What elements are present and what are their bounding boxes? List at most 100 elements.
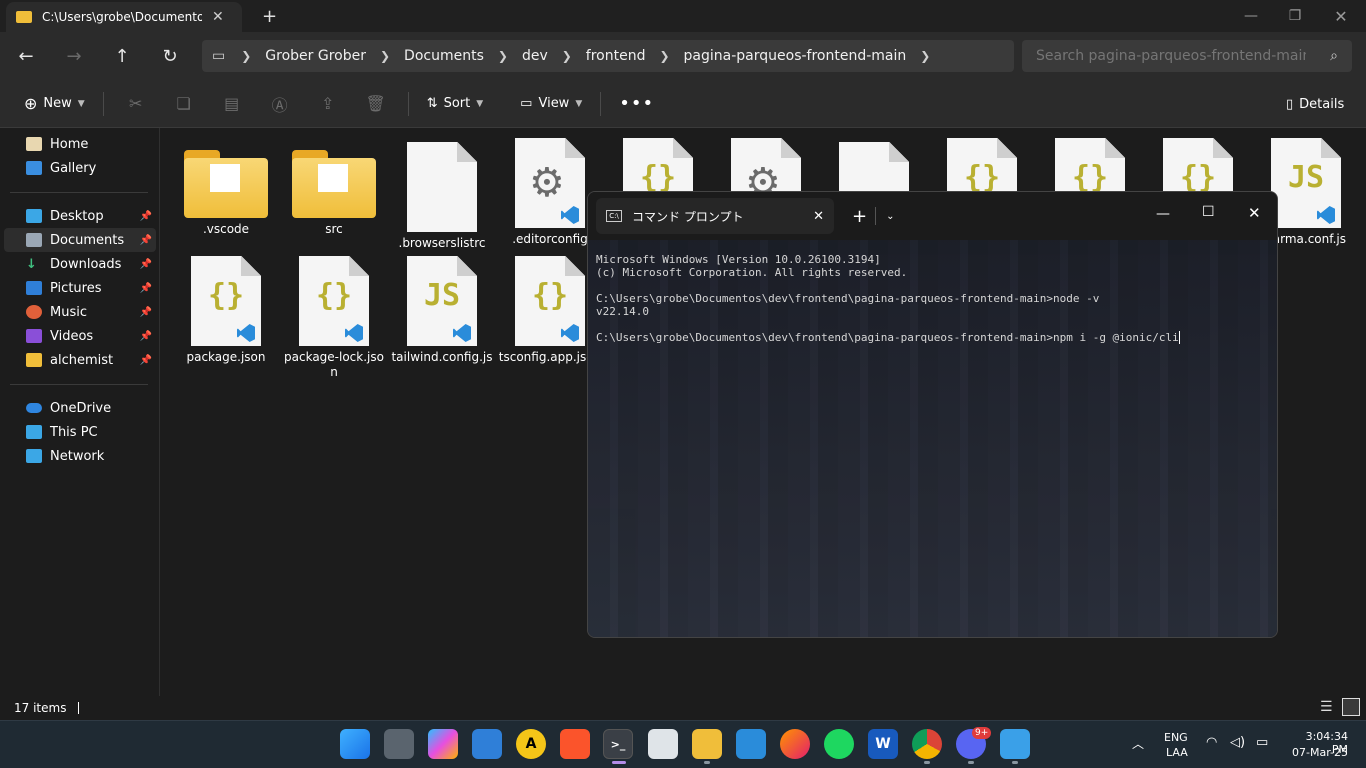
sidebar-item-onedrive[interactable]: OneDrive — [4, 396, 156, 420]
word-icon[interactable]: W — [868, 729, 898, 759]
terminal-tab[interactable]: C:\ コマンド プロンプト ✕ — [596, 198, 834, 234]
clock-date[interactable]: 07-Mar-25 — [1286, 746, 1348, 759]
file-item[interactable]: src — [282, 140, 386, 237]
text-cursor — [1178, 331, 1180, 344]
running-indicator — [924, 761, 930, 764]
file-name: .browserslistrc — [398, 236, 486, 250]
notepad-icon[interactable] — [1000, 729, 1030, 759]
battery-icon[interactable]: ▭ — [1256, 735, 1268, 750]
file-item[interactable]: JS tailwind.config.js — [390, 256, 494, 365]
terminal-window[interactable]: C:\ コマンド プロンプト ✕ + ⌄ — ☐ ✕ Microsoft Win… — [587, 191, 1278, 638]
sidebar-item-label: Downloads — [50, 256, 122, 272]
json-file-icon: {} — [515, 256, 585, 346]
new-tab-icon[interactable]: + — [262, 6, 277, 27]
file-item[interactable]: {} package-lock.json — [282, 256, 386, 380]
breadcrumb[interactable]: Documents — [390, 48, 498, 64]
file-name: package.json — [186, 350, 266, 364]
address-bar[interactable]: ▭ ❯ Grober Grober ❯ Documents ❯ dev ❯ fr… — [202, 40, 1014, 72]
desktop-icon — [26, 209, 42, 223]
details-pane-icon: ▯ — [1286, 96, 1294, 112]
copy-icon[interactable]: ❏ — [169, 88, 199, 120]
pin-icon: 📌 — [139, 258, 152, 270]
language-indicator[interactable]: ENG — [1164, 731, 1188, 744]
chevron-down-icon: ▼ — [575, 98, 583, 109]
delete-icon[interactable]: 🗑 — [361, 88, 391, 120]
tiles-view-icon[interactable] — [1342, 698, 1360, 716]
volume-icon[interactable]: ◁) — [1230, 735, 1245, 750]
sort-button[interactable]: ⇅ Sort ▼ — [417, 88, 493, 120]
breadcrumb[interactable]: dev — [508, 48, 562, 64]
chevron-up-icon[interactable]: ︿ — [1132, 735, 1144, 752]
copilot-icon[interactable] — [428, 729, 458, 759]
sidebar-item-gallery[interactable]: Gallery — [4, 156, 156, 180]
explorer-tab[interactable]: C:\Users\grobe\Documentos\d ✕ — [6, 2, 242, 32]
breadcrumb[interactable]: frontend — [572, 48, 660, 64]
sidebar-item-alchemist[interactable]: alchemist 📌 — [4, 348, 156, 372]
sidebar-item-music[interactable]: Music 📌 — [4, 300, 156, 324]
sidebar-item-this-pc[interactable]: This PC — [4, 420, 156, 444]
spotify-icon[interactable] — [824, 729, 854, 759]
sidebar-item-home[interactable]: Home — [4, 132, 156, 156]
sidebar-item-label: Home — [50, 136, 89, 152]
sidebar-item-documents[interactable]: Documents 📌 — [4, 228, 156, 252]
running-indicator — [1012, 761, 1018, 764]
share-icon[interactable]: ⇪ — [313, 88, 343, 120]
breadcrumb[interactable]: Grober Grober — [251, 48, 380, 64]
chevron-down-icon[interactable]: ⌄ — [886, 211, 894, 222]
file-item[interactable]: {} package.json — [174, 256, 278, 365]
search-icon[interactable]: ⌕ — [1330, 48, 1338, 64]
view-button[interactable]: ▭ View ▼ — [510, 88, 592, 120]
minimize-icon[interactable]: — — [1156, 206, 1170, 222]
brave-icon[interactable] — [560, 729, 590, 759]
divider — [875, 207, 877, 225]
close-window-icon[interactable]: ✕ — [1248, 204, 1261, 222]
search-box[interactable]: ⌕ — [1022, 40, 1352, 72]
home-icon — [26, 137, 42, 151]
new-tab-icon[interactable]: + — [852, 206, 867, 227]
minimize-icon[interactable]: — — [1228, 0, 1274, 32]
breadcrumb[interactable]: pagina-parqueos-frontend-main — [670, 48, 921, 64]
back-arrow-icon[interactable]: ← — [10, 40, 42, 72]
sidebar-item-label: alchemist — [50, 352, 114, 368]
close-tab-icon[interactable]: ✕ — [813, 209, 824, 224]
cut-icon[interactable]: ✂ — [121, 88, 151, 120]
up-arrow-icon[interactable]: ↑ — [106, 40, 138, 72]
sidebar-item-videos[interactable]: Videos 📌 — [4, 324, 156, 348]
refresh-icon[interactable]: ↻ — [154, 40, 186, 72]
chevron-right-icon[interactable]: ❯ — [920, 49, 930, 63]
keyboard-layout[interactable]: LAA — [1166, 746, 1188, 759]
chrome-icon[interactable] — [912, 729, 942, 759]
sidebar-item-network[interactable]: Network — [4, 444, 156, 468]
file-explorer-icon[interactable] — [692, 729, 722, 759]
file-name: package-lock.json — [284, 350, 384, 379]
search-input[interactable] — [1036, 48, 1306, 64]
sidebar-item-pictures[interactable]: Pictures 📌 — [4, 276, 156, 300]
firefox-icon[interactable] — [780, 729, 810, 759]
documents-icon — [26, 233, 42, 247]
rename-icon[interactable]: Ⓐ — [265, 88, 295, 120]
sidebar-item-downloads[interactable]: ↓ Downloads 📌 — [4, 252, 156, 276]
maximize-icon[interactable]: ☐ — [1202, 204, 1215, 220]
close-window-icon[interactable]: ✕ — [1318, 0, 1364, 32]
paste-icon[interactable]: ▤ — [217, 88, 247, 120]
task-view-icon[interactable] — [384, 729, 414, 759]
new-button[interactable]: ⊕ New ▼ — [14, 88, 95, 120]
terminal-icon[interactable]: >_ — [603, 729, 633, 759]
forward-arrow-icon[interactable]: → — [58, 40, 90, 72]
details-button[interactable]: ▯ Details — [1276, 88, 1354, 120]
terminal-output[interactable]: Microsoft Windows [Version 10.0.26100.31… — [596, 240, 1180, 357]
close-tab-icon[interactable]: ✕ — [212, 9, 224, 25]
file-item[interactable]: .vscode — [174, 140, 278, 237]
wifi-icon[interactable]: ◠ — [1206, 735, 1217, 750]
photos-icon[interactable] — [472, 729, 502, 759]
app-window-icon[interactable] — [648, 729, 678, 759]
start-icon[interactable] — [340, 729, 370, 759]
file-item[interactable]: .browserslistrc — [390, 142, 494, 251]
details-view-icon[interactable]: ☰ — [1320, 699, 1333, 715]
vscode-icon[interactable] — [736, 729, 766, 759]
more-options-icon[interactable]: ••• — [609, 88, 664, 120]
restore-icon[interactable]: ❐ — [1272, 0, 1318, 32]
command-prompt-icon: C:\ — [606, 210, 622, 222]
sidebar-item-desktop[interactable]: Desktop 📌 — [4, 204, 156, 228]
app-a-icon[interactable]: A — [516, 729, 546, 759]
